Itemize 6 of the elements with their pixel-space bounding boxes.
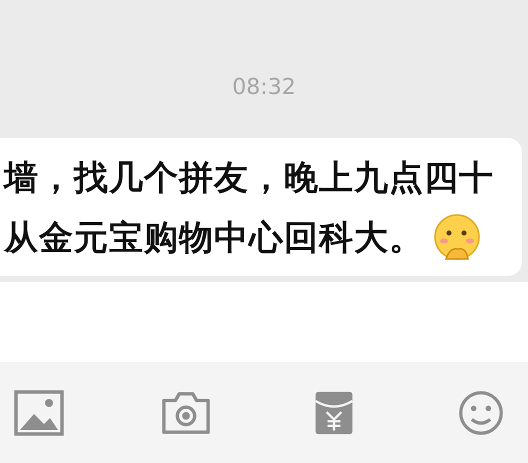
message-text: 从金元宝购物中心回科大。 [4,217,424,260]
message-text: 墙，找几个拼友，晚上九点四十 [4,157,494,200]
emoji-icon [432,213,482,263]
timestamp: 08:32 [232,74,296,102]
picture-icon[interactable] [14,390,64,436]
camera-icon[interactable] [161,390,212,436]
